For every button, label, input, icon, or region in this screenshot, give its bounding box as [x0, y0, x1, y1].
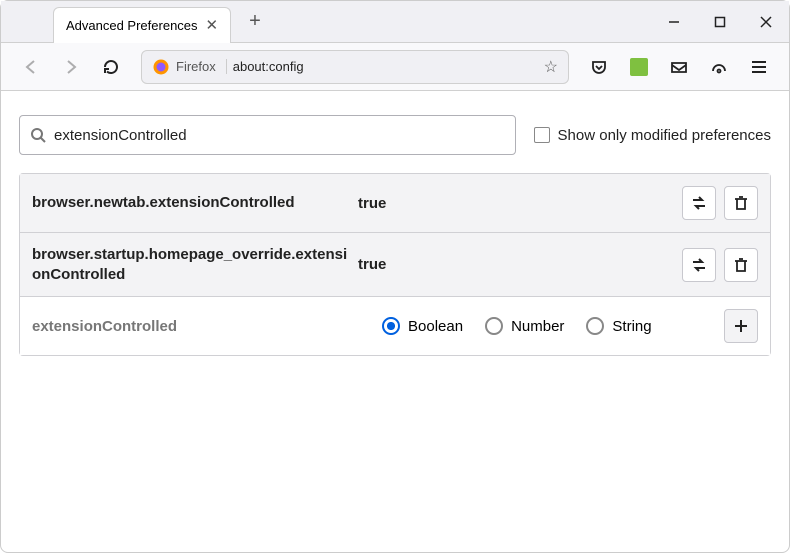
- radio-icon: [586, 317, 604, 335]
- browser-tab[interactable]: Advanced Preferences ✕: [53, 7, 231, 43]
- gauge-icon[interactable]: [703, 51, 735, 83]
- title-bar: Advanced Preferences ✕ +: [1, 1, 789, 43]
- checkbox-label: Show only modified preferences: [558, 127, 771, 144]
- nav-toolbar: Firefox about:config ☆: [1, 43, 789, 91]
- delete-button[interactable]: [724, 186, 758, 220]
- type-radio-group: Boolean Number String: [328, 317, 718, 335]
- search-box[interactable]: [19, 115, 516, 155]
- show-modified-checkbox[interactable]: Show only modified preferences: [534, 127, 771, 144]
- close-window-button[interactable]: [743, 1, 789, 43]
- page-content: Show only modified preferences browser.n…: [1, 91, 789, 380]
- new-tab-button[interactable]: +: [241, 6, 269, 37]
- radio-icon: [382, 317, 400, 335]
- radio-boolean[interactable]: Boolean: [382, 317, 463, 335]
- menu-icon[interactable]: [743, 51, 775, 83]
- pref-value: true: [358, 256, 676, 273]
- close-tab-icon[interactable]: ✕: [206, 16, 219, 34]
- inbox-icon[interactable]: [663, 51, 695, 83]
- reload-button[interactable]: [95, 51, 127, 83]
- pref-row: browser.startup.homepage_override.extens…: [20, 233, 770, 297]
- window-controls: [651, 1, 789, 43]
- delete-button[interactable]: [724, 248, 758, 282]
- back-button[interactable]: [15, 51, 47, 83]
- radio-string[interactable]: String: [586, 317, 651, 335]
- toggle-button[interactable]: [682, 248, 716, 282]
- pocket-icon[interactable]: [583, 51, 615, 83]
- checkbox-icon: [534, 127, 550, 143]
- maximize-button[interactable]: [697, 1, 743, 43]
- pref-name: browser.startup.homepage_override.extens…: [32, 245, 352, 284]
- forward-button[interactable]: [55, 51, 87, 83]
- tab-title: Advanced Preferences: [66, 18, 198, 33]
- new-pref-row: extensionControlled Boolean Number Strin…: [20, 297, 770, 355]
- preferences-table: browser.newtab.extensionControlled true …: [19, 173, 771, 356]
- pref-row: browser.newtab.extensionControlled true: [20, 174, 770, 233]
- bookmark-star-icon[interactable]: ☆: [544, 57, 558, 77]
- search-icon: [30, 127, 46, 143]
- minimize-button[interactable]: [651, 1, 697, 43]
- pref-value: true: [358, 195, 676, 212]
- radio-number[interactable]: Number: [485, 317, 564, 335]
- address-bar[interactable]: Firefox about:config ☆: [141, 50, 569, 84]
- toggle-button[interactable]: [682, 186, 716, 220]
- extension-icon[interactable]: [623, 51, 655, 83]
- radio-icon: [485, 317, 503, 335]
- firefox-icon: [152, 58, 170, 76]
- address-brand: Firefox: [176, 59, 227, 74]
- add-button[interactable]: [724, 309, 758, 343]
- address-url: about:config: [233, 59, 538, 74]
- new-pref-name: extensionControlled: [32, 318, 322, 335]
- search-input[interactable]: [54, 127, 505, 144]
- search-row: Show only modified preferences: [19, 115, 771, 155]
- pref-name: browser.newtab.extensionControlled: [32, 193, 352, 213]
